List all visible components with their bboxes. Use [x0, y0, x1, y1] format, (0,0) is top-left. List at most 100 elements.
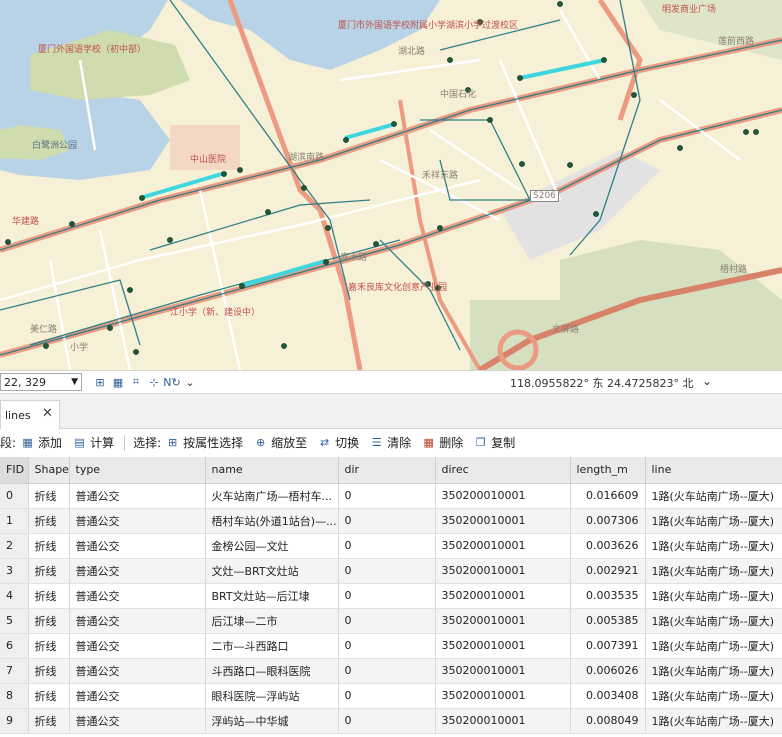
cell-line[interactable]: 1路(火车站南广场--厦大) [645, 708, 782, 734]
cell-length-m[interactable]: 0.006026 [570, 658, 646, 684]
cell-line[interactable]: 1路(火车站南广场--厦大) [645, 483, 782, 509]
table-row[interactable]: 0 折线 普通公交 火车站南广场—梧村车... 0 350200010001 0.01660… [0, 483, 782, 509]
cell-fid[interactable]: 0 [0, 483, 29, 509]
cell-fid[interactable]: 9 [0, 708, 29, 734]
column-header-length-m[interactable]: length_m [570, 457, 646, 484]
cell-dir[interactable]: 0 [338, 683, 436, 709]
cell-type[interactable]: 普通公交 [69, 583, 206, 609]
cell-dir[interactable]: 0 [338, 558, 436, 584]
cell-direc[interactable]: 350200010001 [435, 658, 571, 684]
north-arrow-icon[interactable]: N↻ [163, 375, 180, 389]
cell-name[interactable]: 金榜公园—文灶 [205, 533, 339, 559]
map-view[interactable]: 厦门外国语学校（初中部） 厦门市外国语学校附属小学湖滨小学过渡校区 明发商业广场… [0, 0, 782, 370]
cell-line[interactable]: 1路(火车站南广场--厦大) [645, 583, 782, 609]
grid-icon[interactable]: ⊞ [92, 375, 108, 389]
table-row[interactable]: 9 折线 普通公交 浮屿站—中华城 0 350200010001 0.008049 1路(火车… [0, 708, 782, 734]
table-row[interactable]: 3 折线 普通公交 文灶—BRT文灶站 0 350200010001 0.002921 1路(… [0, 558, 782, 584]
delete-button[interactable]: ▦ 删除 [421, 434, 463, 451]
cell-dir[interactable]: 0 [338, 708, 436, 734]
column-header-direc[interactable]: direc [435, 457, 571, 484]
cell-direc[interactable]: 350200010001 [435, 583, 571, 609]
cell-fid[interactable]: 8 [0, 683, 29, 709]
cell-fid[interactable]: 7 [0, 658, 29, 684]
cell-line[interactable]: 1路(火车站南广场--厦大) [645, 683, 782, 709]
cell-length-m[interactable]: 0.007306 [570, 508, 646, 534]
cell-fid[interactable]: 6 [0, 633, 29, 659]
column-header-type[interactable]: type [69, 457, 206, 484]
cell-type[interactable]: 普通公交 [69, 483, 206, 509]
cell-dir[interactable]: 0 [338, 608, 436, 634]
cell-name[interactable]: 梧村车站(外道1站台)—... [205, 508, 339, 534]
chevron-down-icon[interactable]: ⌄ [702, 374, 712, 388]
cell-length-m[interactable]: 0.003408 [570, 683, 646, 709]
table-row[interactable]: 7 折线 普通公交 斗西路口—眼科医院 0 350200010001 0.006026 1路(… [0, 658, 782, 684]
cell-name[interactable]: BRT文灶站—后江埭 [205, 583, 339, 609]
column-header-fid[interactable]: FID [0, 457, 29, 484]
cell-length-m[interactable]: 0.007391 [570, 633, 646, 659]
cell-fid[interactable]: 4 [0, 583, 29, 609]
clear-selection-button[interactable]: ☰ 清除 [369, 434, 411, 451]
cell-direc[interactable]: 350200010001 [435, 483, 571, 509]
cell-name[interactable]: 二市—斗西路口 [205, 633, 339, 659]
table-row[interactable]: 2 折线 普通公交 金榜公园—文灶 0 350200010001 0.003626 1路(火车… [0, 533, 782, 559]
calculate-field-button[interactable]: ▤ 计算 [72, 434, 114, 451]
table-row[interactable]: 5 折线 普通公交 后江埭—二市 0 350200010001 0.005385 1路(火车站… [0, 608, 782, 634]
cell-name[interactable]: 文灶—BRT文灶站 [205, 558, 339, 584]
cell-direc[interactable]: 350200010001 [435, 708, 571, 734]
cell-name[interactable]: 眼科医院—浮屿站 [205, 683, 339, 709]
cell-line[interactable]: 1路(火车站南广场--厦大) [645, 558, 782, 584]
chevron-down-icon[interactable]: ⌄ [182, 375, 198, 389]
cell-fid[interactable]: 2 [0, 533, 29, 559]
column-header-shape[interactable]: Shape [28, 457, 70, 484]
cell-type[interactable]: 普通公交 [69, 533, 206, 559]
map-canvas[interactable] [0, 0, 782, 370]
column-header-name[interactable]: name [205, 457, 339, 484]
table-icon[interactable]: ▦ [110, 375, 126, 389]
table-row[interactable]: 1 折线 普通公交 梧村车站(外道1站台)—... 0 350200010001 0.007… [0, 508, 782, 534]
cell-shape[interactable]: 折线 [28, 508, 70, 534]
tab-lines[interactable]: lines ✕ [0, 400, 60, 429]
cell-direc[interactable]: 350200010001 [435, 508, 571, 534]
column-header-line[interactable]: line [645, 457, 782, 484]
cell-shape[interactable]: 折线 [28, 708, 70, 734]
cell-dir[interactable]: 0 [338, 483, 436, 509]
cell-name[interactable]: 火车站南广场—梧村车... [205, 483, 339, 509]
zoom-to-button[interactable]: ⊕ 缩放至 [253, 434, 307, 451]
cell-shape[interactable]: 折线 [28, 533, 70, 559]
cell-type[interactable]: 普通公交 [69, 708, 206, 734]
cell-type[interactable]: 普通公交 [69, 608, 206, 634]
cell-direc[interactable]: 350200010001 [435, 633, 571, 659]
cell-dir[interactable]: 0 [338, 658, 436, 684]
cell-type[interactable]: 普通公交 [69, 633, 206, 659]
cell-direc[interactable]: 350200010001 [435, 683, 571, 709]
cell-name[interactable]: 后江埭—二市 [205, 608, 339, 634]
cell-type[interactable]: 普通公交 [69, 658, 206, 684]
cell-line[interactable]: 1路(火车站南广场--厦大) [645, 608, 782, 634]
cell-fid[interactable]: 1 [0, 508, 29, 534]
cell-shape[interactable]: 折线 [28, 483, 70, 509]
cell-shape[interactable]: 折线 [28, 583, 70, 609]
cell-name[interactable]: 浮屿站—中华城 [205, 708, 339, 734]
add-field-button[interactable]: ▦ 添加 [20, 434, 62, 451]
table-row[interactable]: 8 折线 普通公交 眼科医院—浮屿站 0 350200010001 0.003408 1路(火… [0, 683, 782, 709]
snap-icon[interactable]: ⌗ [128, 375, 144, 389]
copy-button[interactable]: ❐ 复制 [473, 434, 515, 451]
cell-fid[interactable]: 3 [0, 558, 29, 584]
cell-dir[interactable]: 0 [338, 633, 436, 659]
cell-type[interactable]: 普通公交 [69, 558, 206, 584]
select-by-attribute-button[interactable]: ⊞ 按属性选择 [165, 434, 243, 451]
cell-type[interactable]: 普通公交 [69, 508, 206, 534]
cell-direc[interactable]: 350200010001 [435, 533, 571, 559]
cell-length-m[interactable]: 0.008049 [570, 708, 646, 734]
table-row[interactable]: 4 折线 普通公交 BRT文灶站—后江埭 0 350200010001 0.003535 1路… [0, 583, 782, 609]
cell-direc[interactable]: 350200010001 [435, 608, 571, 634]
cell-dir[interactable]: 0 [338, 583, 436, 609]
cell-dir[interactable]: 0 [338, 508, 436, 534]
cell-type[interactable]: 普通公交 [69, 683, 206, 709]
cell-length-m[interactable]: 0.003535 [570, 583, 646, 609]
cell-name[interactable]: 斗西路口—眼科医院 [205, 658, 339, 684]
table-row[interactable]: 6 折线 普通公交 二市—斗西路口 0 350200010001 0.007391 1路(火车… [0, 633, 782, 659]
cell-length-m[interactable]: 0.003626 [570, 533, 646, 559]
cell-dir[interactable]: 0 [338, 533, 436, 559]
cell-direc[interactable]: 350200010001 [435, 558, 571, 584]
